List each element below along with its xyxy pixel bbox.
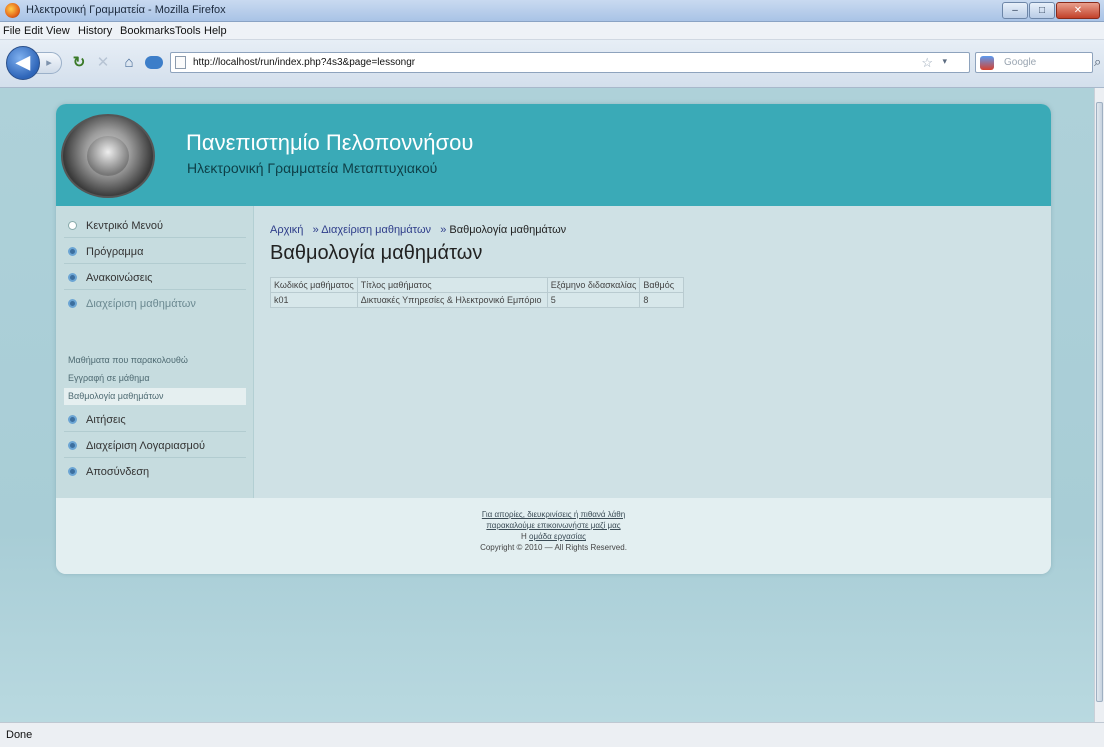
menu-bookmarks[interactable]: Bookmarks — [120, 25, 175, 37]
home-button[interactable]: ⌂ — [120, 54, 138, 72]
page-icon — [175, 56, 186, 69]
sidebar-item-course-management[interactable]: Διαχείριση μαθημάτων — [64, 292, 246, 322]
status-bar: Done — [0, 722, 1104, 747]
sidebar-item-logout[interactable]: Αποσύνδεση — [64, 460, 246, 484]
table-row: k01 Δικτυακές Υπηρεσίες & Ηλεκτρονικό Εμ… — [270, 292, 685, 308]
maximize-button[interactable]: □ — [1029, 2, 1055, 19]
sidebar-item-label: Ανακοινώσεις — [86, 272, 153, 284]
page-title: Βαθμολογία μαθημάτων — [270, 242, 483, 264]
bullet-icon — [68, 441, 77, 450]
sidebar-item-announcements[interactable]: Ανακοινώσεις — [64, 266, 246, 290]
footer-team-line: Η ομάδα εργασίας — [56, 532, 1051, 541]
column-header-semester: Εξάμηνο διδασκαλίας — [546, 277, 641, 293]
table-header-row: Κωδικός μαθήματος Τίτλος μαθήματος Εξάμη… — [270, 277, 685, 293]
window-title: Ηλεκτρονική Γραμματεία - Mozilla Firefox — [26, 4, 226, 16]
menu-tools[interactable]: Tools — [175, 25, 201, 37]
grades-table: Κωδικός μαθήματος Τίτλος μαθήματος Εξάμη… — [270, 277, 685, 308]
breadcrumb-home-link[interactable]: Αρχική — [270, 224, 303, 236]
footer-contact-link-line2[interactable]: παρακαλούμε επικοινωνήστε μαζί μας — [56, 521, 1051, 530]
sidebar-subitem-label: Εγγραφή σε μάθημα — [68, 373, 150, 383]
menu-view[interactable]: View — [46, 25, 70, 37]
sidebar-subitem-enroll[interactable]: Εγγραφή σε μάθημα — [64, 370, 246, 387]
site-header: Πανεπιστημίο Πελοποννήσου Ηλεκτρονική Γρ… — [56, 104, 1051, 206]
sidebar-item-label: Αποσύνδεση — [86, 466, 150, 478]
bullet-icon — [68, 221, 77, 230]
url-text[interactable]: http://localhost/run/index.php?4s3&page=… — [193, 57, 415, 68]
breadcrumb-course-management-link[interactable]: Διαχείριση μαθημάτων — [321, 224, 431, 236]
bullet-icon — [68, 273, 77, 282]
site-footer: Για απορίες, διευκρινίσεις ή πιθανά λάθη… — [56, 498, 1051, 574]
breadcrumb: Αρχική » Διαχείριση μαθημάτων » Βαθμολογ… — [270, 224, 566, 236]
sidebar-item-account[interactable]: Διαχείριση Λογαριασμού — [64, 434, 246, 458]
breadcrumb-separator: » — [312, 224, 319, 236]
column-header-grade: Βαθμός — [639, 277, 685, 293]
menu-help[interactable]: Help — [204, 25, 227, 37]
footer-contact-link-line1[interactable]: Για απορίες, διευκρινίσεις ή πιθανά λάθη — [56, 510, 1051, 519]
cell-grade: 8 — [639, 292, 685, 308]
sidebar-item-label: Αιτήσεις — [86, 414, 126, 426]
close-button[interactable]: ✕ — [1056, 2, 1100, 19]
footer-team-link[interactable]: ομάδα εργασίας — [529, 532, 586, 541]
sidebar-item-label: Πρόγραμμα — [86, 246, 144, 258]
firefox-logo-icon — [5, 3, 20, 18]
bookmark-icon[interactable] — [145, 56, 163, 69]
navigation-toolbar: ▸ ◀ ↻ ✕ ⌂ http://localhost/run/index.php… — [0, 40, 1104, 88]
url-bar[interactable]: http://localhost/run/index.php?4s3&page=… — [170, 52, 970, 73]
sidebar-item-label: Διαχείριση Λογαριασμού — [86, 440, 205, 452]
sidebar-menu: Κεντρικό Μενού Πρόγραμμα Ανακοινώσεις Δι… — [56, 206, 254, 498]
page-viewport: Πανεπιστημίο Πελοποννήσου Ηλεκτρονική Γρ… — [0, 88, 1094, 722]
window-controls: – □ ✕ — [1002, 2, 1100, 19]
cell-course-title: Δικτυακές Υπηρεσίες & Ηλεκτρονικό Εμπόρι… — [356, 292, 548, 308]
back-button[interactable]: ◀ — [6, 46, 40, 80]
window-titlebar: Ηλεκτρονική Γραμματεία - Mozilla Firefox… — [0, 0, 1104, 22]
menu-bar: File Edit View History Bookmarks Tools H… — [0, 22, 1104, 40]
footer-copyright: Copyright © 2010 — All Rights Reserved. — [480, 543, 627, 552]
bullet-icon — [68, 415, 77, 424]
sidebar-subitem-grades[interactable]: Βαθμολογία μαθημάτων — [64, 388, 246, 405]
sidebar-subitem-my-courses[interactable]: Μαθήματα που παρακολουθώ — [64, 352, 246, 369]
search-engine-icon[interactable] — [980, 56, 994, 70]
university-seal-logo — [61, 114, 155, 198]
reload-button[interactable]: ↻ — [70, 54, 88, 72]
site-container: Πανεπιστημίο Πελοποννήσου Ηλεκτρονική Γρ… — [56, 104, 1051, 574]
sidebar-subitem-label: Βαθμολογία μαθημάτων — [68, 391, 164, 401]
stop-icon: ✕ — [96, 54, 110, 71]
sidebar-subitem-label: Μαθήματα που παρακολουθώ — [68, 355, 188, 365]
column-header-course-code: Κωδικός μαθήματος — [270, 277, 358, 293]
column-header-course-title: Τίτλος μαθήματος — [356, 277, 548, 293]
bullet-icon — [68, 247, 77, 256]
menu-file[interactable]: File — [3, 25, 21, 37]
status-text: Done — [6, 729, 33, 741]
bookmark-star-icon[interactable]: ☆ — [921, 55, 933, 71]
footer-team-prefix: Η — [521, 532, 527, 541]
vertical-scrollbar[interactable] — [1094, 88, 1104, 722]
site-title: Πανεπιστημίο Πελοποννήσου — [186, 130, 474, 155]
sidebar-item-label: Κεντρικό Μενού — [86, 220, 164, 232]
breadcrumb-current: Βαθμολογία μαθημάτων — [449, 224, 567, 236]
breadcrumb-separator: » — [440, 224, 447, 236]
menu-edit[interactable]: Edit — [24, 25, 43, 37]
stop-button[interactable]: ✕ — [94, 54, 112, 72]
back-icon: ◀ — [16, 52, 30, 72]
sidebar-item-main-menu[interactable]: Κεντρικό Μενού — [64, 214, 246, 238]
search-bar[interactable]: Google — [975, 52, 1093, 73]
menu-history[interactable]: History — [78, 25, 112, 37]
sidebar-item-label: Διαχείριση μαθημάτων — [86, 298, 196, 310]
forward-icon: ▸ — [46, 57, 52, 69]
bullet-icon — [68, 299, 77, 308]
site-subtitle: Ηλεκτρονική Γραμματεία Μεταπτυχιακού — [187, 160, 438, 176]
minimize-button[interactable]: – — [1002, 2, 1028, 19]
url-dropdown-icon[interactable]: ▾ — [942, 56, 947, 67]
cell-semester: 5 — [546, 292, 641, 308]
reload-icon: ↻ — [72, 54, 86, 71]
scrollbar-thumb[interactable] — [1096, 102, 1103, 702]
home-icon: ⌂ — [124, 54, 134, 71]
search-icon[interactable]: ⌕ — [1094, 54, 1101, 70]
cell-course-code: k01 — [270, 292, 358, 308]
search-input[interactable]: Google — [1004, 57, 1036, 68]
sidebar-item-requests[interactable]: Αιτήσεις — [64, 408, 246, 432]
sidebar-item-schedule[interactable]: Πρόγραμμα — [64, 240, 246, 264]
bullet-icon — [68, 467, 77, 476]
